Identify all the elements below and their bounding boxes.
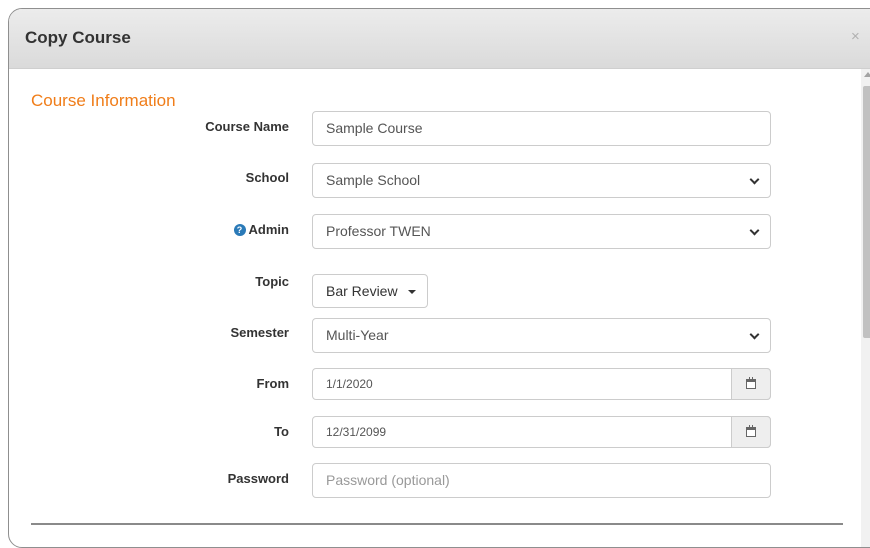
school-select-value: Sample School [326,172,421,188]
password-placeholder: Password (optional) [326,472,450,488]
to-calendar-button[interactable] [731,416,771,448]
course-name-label: Course Name [205,119,289,134]
copy-course-dialog: Copy Course × Course Information Course … [8,8,870,548]
scrollbar[interactable] [861,69,870,547]
close-icon[interactable]: × [851,28,860,45]
to-date-value: 12/31/2099 [326,425,387,439]
dialog-header: Copy Course × [9,9,870,69]
password-input[interactable]: Password (optional) [312,463,771,498]
admin-select-value: Professor TWEN [326,223,431,239]
password-label: Password [227,471,289,486]
dialog-title: Copy Course [25,28,131,47]
admin-label-wrap: ? Admin [89,222,289,237]
school-label: School [245,170,289,185]
topic-label: Topic [255,274,289,289]
chevron-down-icon [749,225,760,236]
chevron-down-icon [749,174,760,185]
help-icon[interactable]: ? [233,224,246,236]
scrollbar-thumb[interactable] [863,86,870,338]
chevron-down-icon [749,329,760,340]
to-date-input[interactable]: 12/31/2099 [312,416,771,448]
divider [31,523,843,525]
section-title: Course Information [31,91,176,110]
topic-dropdown-button[interactable]: Bar Review [312,274,428,308]
course-name-input[interactable]: Sample Course [312,111,771,146]
semester-select-value: Multi-Year [326,327,389,343]
from-date-value: 1/1/2020 [326,377,373,391]
admin-label: Admin [248,222,289,237]
calendar-icon [746,377,756,389]
topic-value: Bar Review [326,283,398,299]
to-label: To [274,424,289,439]
caret-down-icon [408,290,416,294]
from-date-input[interactable]: 1/1/2020 [312,368,771,400]
calendar-icon [746,425,756,437]
scroll-up-arrow-icon[interactable] [864,72,870,77]
semester-select[interactable]: Multi-Year [312,318,771,353]
admin-select[interactable]: Professor TWEN [312,214,771,249]
from-label: From [256,376,290,391]
from-calendar-button[interactable] [731,368,771,400]
school-select[interactable]: Sample School [312,163,771,198]
semester-label: Semester [230,325,289,340]
